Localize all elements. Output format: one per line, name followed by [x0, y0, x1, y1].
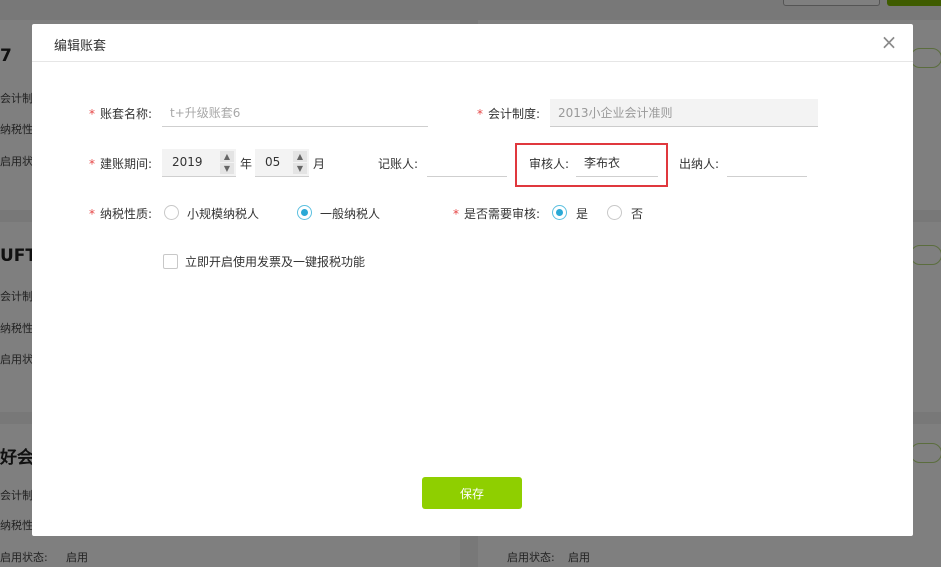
required-mark: * — [477, 107, 483, 121]
tax-type-label: * 纳税性质: — [89, 205, 152, 222]
account-name-input[interactable] — [162, 99, 428, 127]
need-review-label: * 是否需要审核: — [453, 205, 540, 222]
invoice-feature-checkbox[interactable] — [163, 254, 178, 269]
edit-account-set-dialog: 编辑账套 × * 账套名称: * 会计制度: * 建账期间: 2019 ▲ ▼ 年 0… — [32, 24, 913, 536]
account-name-label-text: 账套名称: — [100, 107, 153, 121]
month-value: 05 — [265, 155, 281, 169]
increment-icon[interactable]: ▲ — [293, 151, 307, 162]
cashier-label: 出纳人: — [679, 157, 720, 171]
accounting-system-label: * 会计制度: — [477, 105, 540, 122]
save-button[interactable]: 保存 — [422, 477, 522, 509]
year-value: 2019 — [172, 155, 203, 169]
decrement-icon[interactable]: ▼ — [293, 163, 307, 174]
required-mark: * — [89, 107, 95, 121]
year-unit: 年 — [240, 157, 253, 171]
accounting-system-label-text: 会计制度: — [488, 107, 541, 121]
small-scale-taxpayer-label[interactable]: 小规模纳税人 — [187, 205, 259, 222]
close-icon[interactable]: × — [879, 31, 899, 53]
general-taxpayer-label[interactable]: 一般纳税人 — [320, 205, 380, 222]
cashier-input[interactable] — [727, 149, 807, 177]
review-no-label[interactable]: 否 — [631, 205, 643, 222]
required-mark: * — [453, 207, 459, 221]
start-period-label: * 建账期间: — [89, 155, 152, 172]
increment-icon[interactable]: ▲ — [220, 151, 234, 162]
general-taxpayer-radio[interactable] — [297, 205, 312, 220]
decrement-icon[interactable]: ▼ — [220, 163, 234, 174]
month-stepper[interactable]: 05 ▲ ▼ — [255, 149, 309, 177]
accounting-system-field — [550, 99, 818, 127]
bookkeeper-label: 记账人: — [378, 157, 419, 171]
invoice-feature-label[interactable]: 立即开启使用发票及一键报税功能 — [185, 253, 365, 270]
year-stepper-arrows: ▲ ▼ — [220, 151, 234, 175]
small-scale-taxpayer-radio[interactable] — [164, 205, 179, 220]
start-period-label-text: 建账期间: — [100, 157, 153, 171]
review-yes-radio[interactable] — [552, 205, 567, 220]
year-stepper[interactable]: 2019 ▲ ▼ — [162, 149, 236, 177]
month-stepper-arrows: ▲ ▼ — [293, 151, 307, 175]
need-review-label-text: 是否需要审核: — [464, 207, 541, 221]
required-mark: * — [89, 157, 95, 171]
review-no-radio[interactable] — [607, 205, 622, 220]
tax-type-label-text: 纳税性质: — [100, 207, 153, 221]
dialog-header: 编辑账套 × — [32, 24, 913, 62]
reviewer-input[interactable] — [576, 149, 658, 177]
reviewer-label: 审核人: — [529, 157, 570, 171]
required-mark: * — [89, 207, 95, 221]
account-name-label: * 账套名称: — [89, 105, 152, 122]
bookkeeper-input[interactable] — [427, 149, 507, 177]
month-unit: 月 — [313, 157, 326, 171]
dialog-title: 编辑账套 — [54, 39, 107, 54]
review-yes-label[interactable]: 是 — [576, 205, 588, 222]
